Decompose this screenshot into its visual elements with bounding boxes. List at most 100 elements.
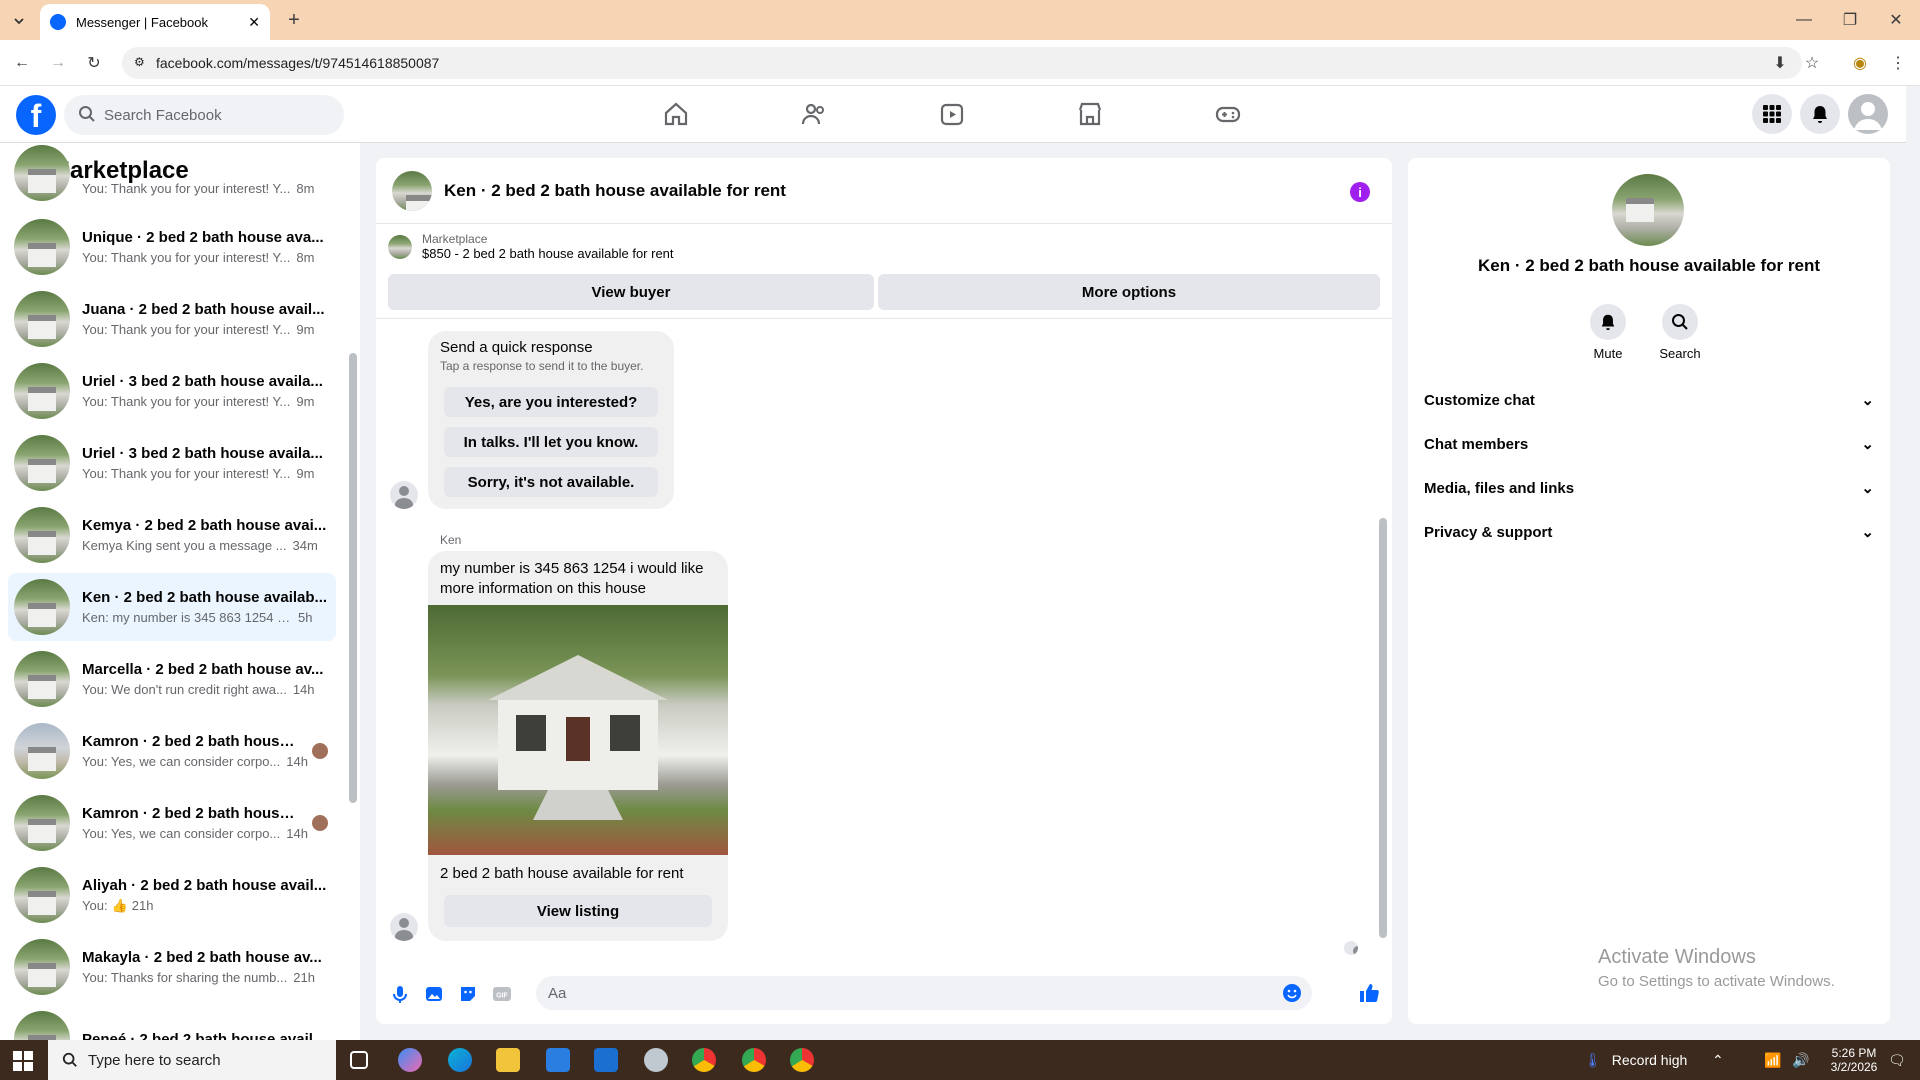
notifications-bell-icon[interactable] [1800,94,1840,134]
read-receipt-avatar [312,815,328,831]
task-view-icon[interactable] [350,1051,368,1069]
chevron-down-icon: ⌄ [1861,436,1874,453]
listing-photo[interactable] [428,605,728,855]
conversation-item[interactable]: Aliyah · 2 bed 2 bath house avail... You:… [8,861,336,929]
conversation-item[interactable]: Unique · 2 bed 2 bath house ava... You: T… [8,213,336,281]
chat-details-panel: Ken · 2 bed 2 bath house available for r… [1408,158,1890,1024]
microphone-icon[interactable] [390,984,410,1004]
section-label: Media, files and links [1424,479,1575,497]
clock[interactable]: 5:26 PM 3/2/2026 [1822,1040,1886,1080]
tray-chevron-icon[interactable]: ⌃ [1712,1040,1724,1080]
more-options-button[interactable]: More options [878,274,1380,310]
file-explorer-icon[interactable] [496,1048,520,1072]
view-listing-button[interactable]: View listing [444,895,712,927]
chrome-icon[interactable] [742,1048,766,1072]
site-info-icon[interactable]: ⚙ [134,55,145,69]
conversation-item[interactable]: Makayla · 2 bed 2 bath house av... You: T… [8,933,336,1001]
quick-response-not-available-button[interactable]: Sorry, it's not available. [444,467,658,497]
tab-list-icon[interactable] [8,10,30,32]
edge-icon[interactable] [448,1048,472,1072]
profile-icon[interactable]: ◉ [1848,51,1872,75]
marketplace-listing-banner[interactable]: Marketplace $850 - 2 bed 2 bath house av… [388,232,674,261]
chat-avatar[interactable] [392,170,432,211]
notification-center-icon[interactable]: 🗨 [1888,1040,1906,1080]
conversation-item[interactable]: Uriel · 3 bed 2 bath house availa... You:… [8,357,336,425]
chat-members-section[interactable]: Chat members ⌄ [1424,426,1874,462]
quick-response-in-talks-button[interactable]: In talks. I'll let you know. [444,427,658,457]
volume-icon[interactable]: 🔊 [1792,1040,1809,1080]
conversation-item[interactable]: Juana · 2 bed 2 bath house avail... You: … [8,285,336,353]
thumbs-up-send-icon[interactable] [1358,982,1379,1002]
listing-thumbnail [14,939,70,995]
account-avatar[interactable] [1848,94,1888,134]
conversation-list-scrollbar[interactable] [349,353,357,803]
mute-action[interactable]: Mute [1578,304,1638,361]
facebook-logo[interactable]: f [16,95,56,135]
url-field[interactable]: ⚙ facebook.com/messages/t/97451461885008… [122,47,1802,79]
minimize-icon[interactable]: — [1792,8,1816,32]
maximize-icon[interactable]: ❐ [1838,8,1862,32]
conversation-item[interactable]: Marcella · 2 bed 2 bath house av... You: … [8,645,336,713]
watermark-subtitle: Go to Settings to activate Windows. [1598,973,1835,990]
browser-menu-icon[interactable]: ⋮ [1886,51,1910,75]
message-scrollbar[interactable] [1379,518,1387,938]
app-icon[interactable] [644,1048,668,1072]
gif-icon[interactable]: GIF [492,984,512,1004]
forward-icon[interactable]: → [46,51,70,75]
conversation-item[interactable]: Kamron · 2 bed 2 bath house ... You: Yes,… [8,717,336,785]
gaming-icon[interactable] [1214,100,1244,130]
message-input[interactable]: Aa [536,976,1312,1010]
view-buyer-button[interactable]: View buyer [388,274,874,310]
search-icon [78,105,96,123]
friends-icon[interactable] [800,100,830,130]
chat-profile-avatar[interactable] [1612,174,1684,246]
conversation-item[interactable]: Kamron · 2 bed 2 bath house ... You: Yes,… [8,789,336,857]
video-icon[interactable] [938,100,968,130]
close-window-icon[interactable]: ✕ [1884,8,1908,32]
section-label: Privacy & support [1424,523,1553,541]
conversation-time: 21h [131,897,154,913]
store-icon[interactable] [546,1048,570,1072]
photo-icon[interactable] [424,984,444,1004]
conversation-item[interactable]: You: Thank you for your interest! Y... 8m [8,143,336,207]
reload-icon[interactable]: ↻ [82,51,106,75]
message-input-placeholder: Aa [548,984,567,1002]
chevron-down-icon: ⌄ [1861,480,1874,497]
media-files-links-section[interactable]: Media, files and links ⌄ [1424,470,1874,506]
customize-chat-section[interactable]: Customize chat ⌄ [1424,382,1874,418]
conversation-item[interactable]: Peneé · 2 bed 2 bath house avail... [8,1005,336,1040]
home-icon[interactable] [662,100,692,130]
quick-response-yes-button[interactable]: Yes, are you interested? [444,387,658,417]
browser-tab[interactable]: Messenger | Facebook ✕ [40,4,270,40]
conversation-item[interactable]: Uriel · 3 bed 2 bath house availa... You:… [8,429,336,497]
taskbar-search-placeholder: Type here to search [88,1051,221,1069]
conversation-item[interactable]: Kemya · 2 bed 2 bath house avai... Kemya … [8,501,336,569]
taskbar-search-input[interactable]: Type here to search [48,1040,336,1080]
network-icon[interactable]: 📶 [1764,1040,1781,1080]
windows-start-icon[interactable] [12,1050,34,1072]
chrome-active-icon[interactable] [790,1048,814,1072]
menu-grid-icon[interactable] [1752,94,1792,134]
conversation-time: 14h [292,682,315,697]
conversation-name: Peneé · 2 bed 2 bath house avail... [82,1030,326,1041]
conversation-item-active[interactable]: Ken · 2 bed 2 bath house availab... Ken: … [8,573,336,641]
new-tab-icon[interactable]: + [282,8,306,32]
install-app-icon[interactable]: ⬇ [1768,51,1792,75]
sticker-icon[interactable] [458,984,478,1004]
close-tab-icon[interactable]: ✕ [248,14,260,31]
privacy-support-section[interactable]: Privacy & support ⌄ [1424,514,1874,550]
copilot-icon[interactable] [398,1048,422,1072]
chat-title[interactable]: Ken · 2 bed 2 bath house available for r… [444,181,786,201]
info-icon[interactable]: i [1350,182,1370,202]
chrome-icon[interactable] [692,1048,716,1072]
back-icon[interactable]: ← [10,51,34,75]
weather-widget[interactable]: 🌡 Record high [1584,1040,1687,1080]
search-action[interactable]: Search [1650,304,1710,361]
quick-response-card: Send a quick response Tap a response to … [428,331,674,509]
emoji-icon[interactable] [1282,983,1302,1003]
bookmark-star-icon[interactable]: ☆ [1800,51,1824,75]
quick-response-subtitle: Tap a response to send it to the buyer. [440,359,644,373]
outlook-icon[interactable] [594,1048,618,1072]
marketplace-icon[interactable] [1076,100,1106,130]
facebook-search-input[interactable]: Search Facebook [64,95,344,135]
